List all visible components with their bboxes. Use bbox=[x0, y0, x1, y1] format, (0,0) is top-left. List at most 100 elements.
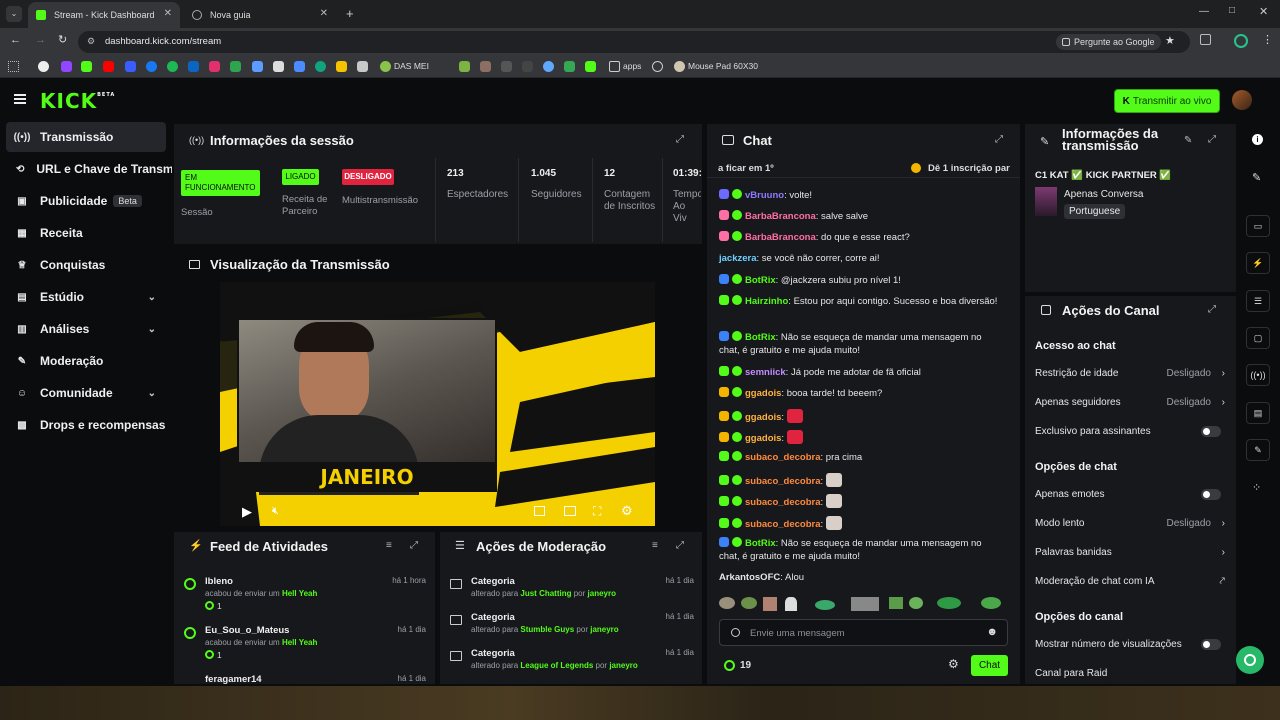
avatar[interactable] bbox=[1232, 90, 1252, 110]
bookmark-icon[interactable] bbox=[315, 61, 326, 72]
profile-icon[interactable] bbox=[1234, 34, 1248, 48]
chat-username[interactable]: ggadois bbox=[745, 433, 781, 444]
tab-stream[interactable]: Stream - Kick Dashboard ✕ bbox=[28, 2, 180, 28]
sidebar-item-estudio[interactable]: ▤ Estúdio ⌄ bbox=[6, 282, 166, 312]
bookmark-icon[interactable] bbox=[167, 61, 178, 72]
bookmark-instagram-icon[interactable] bbox=[209, 61, 220, 72]
popout-icon[interactable]: ⤢ bbox=[676, 540, 684, 551]
bookmark-icon[interactable] bbox=[480, 61, 491, 72]
toggle-switch[interactable] bbox=[1201, 639, 1221, 650]
bookmark-icon[interactable] bbox=[501, 61, 512, 72]
bookmark-icon[interactable] bbox=[252, 61, 263, 72]
close-window-icon[interactable]: ✕ bbox=[1259, 5, 1268, 18]
sidebar-item-moderacao[interactable]: ✎ Moderação bbox=[6, 346, 166, 376]
popout-icon[interactable]: ⤢ bbox=[1208, 134, 1216, 145]
go-live-button[interactable]: K Transmitir ao vivo bbox=[1114, 89, 1220, 113]
setting-row[interactable]: Exclusivo para assinantes bbox=[1035, 426, 1225, 437]
chat-username[interactable]: BarbaBrancona bbox=[745, 232, 816, 243]
category-name[interactable]: Apenas Conversa bbox=[1064, 189, 1144, 200]
popout-icon[interactable]: ⤢ bbox=[676, 134, 684, 145]
ask-google-button[interactable]: Pergunte ao Google bbox=[1056, 34, 1161, 50]
bookmark-facebook-icon[interactable] bbox=[146, 61, 157, 72]
back-icon[interactable]: ← bbox=[10, 34, 21, 46]
chat-username[interactable]: subaco_decobra bbox=[745, 497, 821, 508]
bookmark-icon[interactable] bbox=[564, 61, 575, 72]
rail-activity-icon[interactable]: ⚡ bbox=[1246, 252, 1270, 274]
chat-settings-gear-icon[interactable]: ⚙ bbox=[948, 657, 959, 671]
bookmark-linkedin-icon[interactable] bbox=[188, 61, 199, 72]
extensions-icon[interactable] bbox=[1200, 34, 1211, 45]
forward-icon[interactable]: → bbox=[35, 34, 46, 46]
kick-points-icon[interactable] bbox=[724, 660, 735, 671]
edit-layout-icon[interactable]: ✎ bbox=[1252, 171, 1261, 184]
emote-icon[interactable] bbox=[785, 597, 797, 611]
sidebar-item-comunidade[interactable]: ☺ Comunidade ⌄ bbox=[6, 378, 166, 408]
chat-send-button[interactable]: Chat bbox=[971, 655, 1008, 676]
sidebar-item-analises[interactable]: ▥ Análises ⌄ bbox=[6, 314, 166, 344]
chat-username[interactable]: BotRix bbox=[745, 538, 776, 549]
bookmark-icon[interactable] bbox=[543, 61, 554, 72]
chat-username[interactable]: Hairzinho bbox=[745, 296, 788, 307]
activity-user[interactable]: lbleno bbox=[205, 576, 233, 587]
sidebar-item-receita[interactable]: ▦ Receita bbox=[6, 218, 166, 248]
chat-username[interactable]: ggadois bbox=[745, 388, 781, 399]
chat-username[interactable]: semniick bbox=[745, 367, 786, 378]
rail-tools-icon[interactable]: ✎ bbox=[1246, 439, 1270, 461]
setting-row[interactable]: Moderação de chat com IA ⤤ bbox=[1035, 576, 1225, 587]
popout-icon[interactable]: ⤢ bbox=[410, 540, 418, 551]
maximize-icon[interactable]: □ bbox=[1229, 5, 1235, 16]
theater-icon[interactable] bbox=[564, 506, 576, 516]
bookmark-das-mei[interactable]: DAS MEI bbox=[394, 61, 429, 71]
chat-username[interactable]: BarbaBrancona bbox=[745, 211, 816, 222]
rail-more-icon[interactable]: ⁘ bbox=[1252, 481, 1261, 494]
bookmark-icon[interactable] bbox=[652, 61, 663, 72]
bookmark-kick-icon[interactable] bbox=[81, 61, 92, 72]
bookmark-icon[interactable] bbox=[357, 61, 368, 72]
bookmark-icon[interactable] bbox=[336, 61, 347, 72]
bookmark-youtube-icon[interactable] bbox=[103, 61, 114, 72]
activity-user[interactable]: Eu_Sou_o_Mateus bbox=[205, 625, 289, 636]
bookmark-icon[interactable] bbox=[522, 61, 533, 72]
bookmark-icon[interactable] bbox=[230, 61, 241, 72]
emote-icon[interactable] bbox=[981, 597, 1001, 609]
tab-list-icon[interactable]: ⌄ bbox=[6, 6, 22, 22]
chat-username[interactable]: ggadois bbox=[745, 412, 781, 423]
emoji-icon[interactable]: ☻ bbox=[986, 626, 998, 638]
chat-username[interactable]: vBruuno bbox=[745, 190, 784, 201]
address-bar[interactable]: ⚙ dashboard.kick.com/stream Pergunte ao … bbox=[78, 31, 1190, 53]
menu-icon[interactable]: ⋮ bbox=[1262, 33, 1273, 46]
emote-icon[interactable] bbox=[741, 597, 757, 609]
filter-icon[interactable]: ≡ bbox=[652, 540, 658, 551]
mute-icon[interactable]: 🔇︎ bbox=[272, 505, 279, 518]
bookmark-icon[interactable] bbox=[459, 61, 470, 72]
sidebar-item-publicidade[interactable]: ▣ Publicidade Beta bbox=[6, 186, 166, 216]
filter-icon[interactable]: ≡ bbox=[386, 540, 392, 551]
help-chat-button[interactable] bbox=[1236, 646, 1264, 674]
popout-icon[interactable]: ⤢ bbox=[995, 134, 1003, 145]
bookmark-star-icon[interactable]: ★ bbox=[1165, 34, 1175, 47]
emote-icon[interactable] bbox=[937, 597, 961, 609]
rail-broadcast-icon[interactable]: ((•)) bbox=[1246, 364, 1270, 386]
emote-icon[interactable] bbox=[815, 600, 835, 610]
minimize-icon[interactable]: — bbox=[1199, 6, 1209, 17]
hamburger-menu-icon[interactable] bbox=[14, 94, 26, 104]
bookmark-das-icon[interactable] bbox=[380, 61, 391, 72]
setting-row[interactable]: Restrição de idade Desligado › bbox=[1035, 368, 1225, 379]
bookmark-google-icon[interactable] bbox=[38, 61, 49, 72]
chat-username[interactable]: subaco_decobra bbox=[745, 452, 821, 463]
apps-grid-icon[interactable] bbox=[8, 61, 19, 72]
toggle-switch[interactable] bbox=[1201, 489, 1221, 500]
chat-username[interactable]: subaco_decobra bbox=[745, 519, 821, 530]
bookmark-icon[interactable] bbox=[294, 61, 305, 72]
bookmark-icon[interactable] bbox=[273, 61, 284, 72]
setting-row[interactable]: Mostrar número de visualizações bbox=[1035, 639, 1225, 650]
fullscreen-icon[interactable]: ⛶ bbox=[593, 504, 601, 519]
activity-user[interactable]: feragamer14 bbox=[205, 674, 262, 684]
sidebar-item-url[interactable]: ⟲ URL e Chave de Transmissão bbox=[6, 154, 172, 184]
emote-icon[interactable] bbox=[851, 597, 879, 611]
stream-video[interactable]: JANEIRO ▶ 🔇︎ ⛶ ⚙ bbox=[220, 282, 655, 526]
kick-logo[interactable]: KICKBETA bbox=[40, 89, 115, 113]
setting-row[interactable]: Canal para Raid bbox=[1035, 668, 1225, 679]
bookmark-icon[interactable] bbox=[585, 61, 596, 72]
pinned-bar[interactable]: a ficar em 1º Dê 1 inscrição par bbox=[707, 159, 1020, 178]
